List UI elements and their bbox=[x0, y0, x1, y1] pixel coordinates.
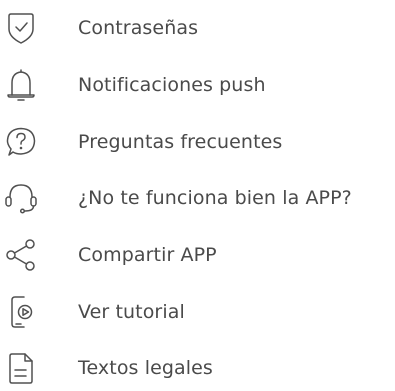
menu-item-passwords[interactable]: Contraseñas bbox=[0, 5, 395, 51]
shield-check-icon bbox=[2, 9, 40, 47]
share-icon bbox=[2, 236, 40, 274]
menu-item-label: Notificaciones push bbox=[78, 74, 266, 96]
settings-menu: Contraseñas Notificaciones push Pregunta… bbox=[0, 0, 395, 391]
phone-play-icon bbox=[2, 293, 40, 331]
menu-item-tutorial[interactable]: Ver tutorial bbox=[0, 289, 395, 335]
menu-item-app-support[interactable]: ¿No te funciona bien la APP? bbox=[0, 175, 395, 221]
menu-item-label: Textos legales bbox=[78, 357, 213, 379]
menu-item-share-app[interactable]: Compartir APP bbox=[0, 232, 395, 278]
menu-item-faq[interactable]: Preguntas frecuentes bbox=[0, 119, 395, 165]
document-icon bbox=[2, 349, 40, 387]
question-circle-icon bbox=[2, 123, 40, 161]
headset-icon bbox=[2, 179, 40, 217]
menu-item-label: ¿No te funciona bien la APP? bbox=[78, 187, 352, 209]
menu-item-legal-texts[interactable]: Textos legales bbox=[0, 345, 395, 391]
menu-item-label: Preguntas frecuentes bbox=[78, 131, 283, 153]
menu-item-label: Contraseñas bbox=[78, 17, 199, 39]
menu-item-push-notifications[interactable]: Notificaciones push bbox=[0, 62, 395, 108]
menu-item-label: Ver tutorial bbox=[78, 301, 185, 323]
menu-item-label: Compartir APP bbox=[78, 244, 217, 266]
bell-icon bbox=[2, 66, 40, 104]
